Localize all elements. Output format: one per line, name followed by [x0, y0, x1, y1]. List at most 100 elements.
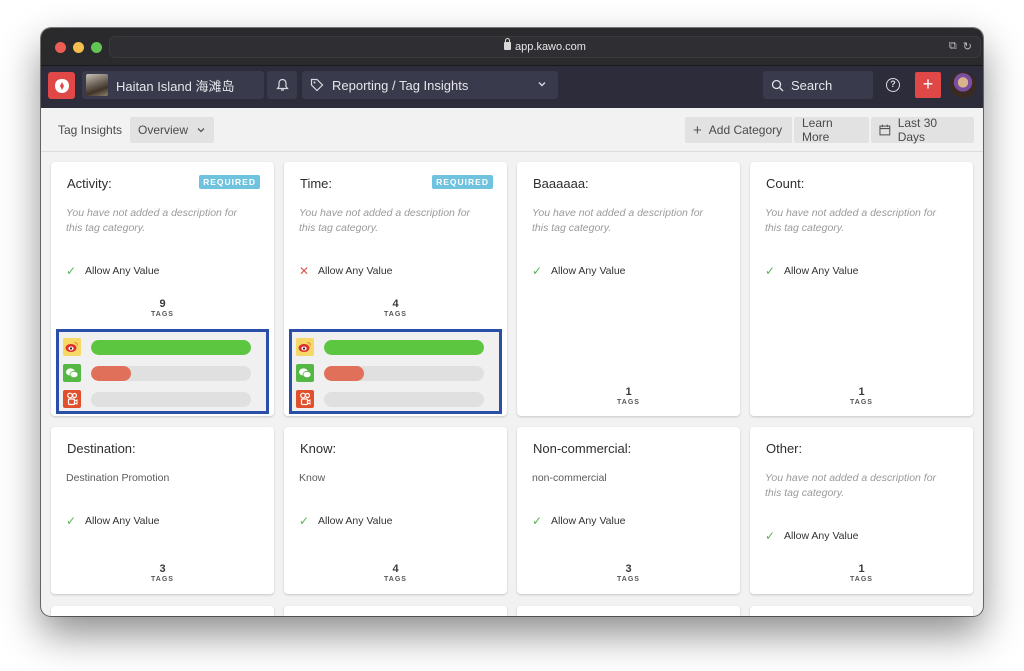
tag-count-value: 4 [392, 298, 399, 310]
tag-count: 3 TAGS [517, 563, 740, 583]
tag-category-card[interactable]: Non-commercial: non-commercial ✓ Allow Any … [517, 427, 740, 594]
kuaishou-icon [296, 390, 314, 408]
url-text: app.kawo.com [515, 41, 586, 53]
page-toolbar: Tag Insights Overview + Add Category Lea… [41, 108, 983, 152]
window-controls [55, 42, 102, 53]
notifications-button[interactable] [267, 71, 297, 99]
tag-category-card[interactable]: Baaaaaa: You have not added a description… [517, 162, 740, 416]
minimize-window-button[interactable] [73, 42, 84, 53]
tag-category-card-partial[interactable] [517, 606, 740, 616]
section-selector[interactable]: Reporting / Tag Insights [302, 71, 558, 99]
weibo-icon [296, 338, 314, 356]
tag-category-card[interactable]: Count: You have not added a description f… [750, 162, 973, 416]
create-button[interactable]: + [915, 72, 941, 98]
tag-category-card[interactable]: Other: You have not added a description f… [750, 427, 973, 594]
tag-category-card[interactable]: Time: REQUIRED You have not added a descri… [284, 162, 507, 416]
learn-more-label: Learn More [802, 116, 833, 144]
tag-category-card-partial[interactable] [750, 606, 973, 616]
chevron-down-icon [197, 128, 205, 133]
learn-more-button[interactable]: Learn More [794, 116, 869, 144]
tag-count: 3 TAGS [51, 563, 274, 583]
translate-icon[interactable]: ⧉ [949, 40, 957, 53]
view-select-value: Overview [138, 123, 189, 137]
usage-bar-track [91, 366, 251, 381]
page-title: Tag Insights [58, 123, 123, 137]
date-range-button[interactable]: Last 30 Days [871, 116, 974, 144]
allow-any-value: ✓ Allow Any Value [299, 514, 393, 528]
wechat-icon [296, 364, 314, 382]
date-range-label: Last 30 Days [897, 116, 938, 144]
check-icon: ✓ [66, 264, 77, 278]
usage-bar-track [324, 340, 484, 355]
tag-count-label: TAGS [384, 311, 407, 318]
view-select[interactable]: Overview [130, 117, 214, 143]
tag-category-card[interactable]: Destination: Destination Promotion ✓ Allow … [51, 427, 274, 594]
card-description: You have not added a description for thi… [66, 207, 238, 234]
required-badge: REQUIRED [432, 175, 493, 189]
channel-row-weibo [296, 337, 496, 359]
plus-icon: + [693, 121, 702, 139]
check-icon: ✓ [765, 264, 776, 278]
allow-any-value: ✕ Allow Any Value [299, 264, 393, 278]
tag-count-value: 1 [625, 386, 632, 398]
tag-count: 1 TAGS [750, 563, 973, 583]
tag-count-label: TAGS [617, 576, 640, 583]
allow-any-value-label: Allow Any Value [551, 265, 626, 277]
search-icon [771, 79, 784, 91]
allow-any-value: ✓ Allow Any Value [765, 264, 859, 278]
tag-category-card[interactable]: Know: Know ✓ Allow Any Value 4 TAGS [284, 427, 507, 594]
allow-any-value: ✓ Allow Any Value [765, 529, 859, 543]
card-description: You have not added a description for thi… [299, 207, 471, 234]
usage-bar-fill [91, 366, 131, 381]
tag-count-label: TAGS [151, 311, 174, 318]
channel-row-wechat [296, 363, 496, 385]
address-bar[interactable]: app.kawo.com ⧉ ↻ [109, 36, 981, 58]
tag-category-card-partial[interactable] [51, 606, 274, 616]
allow-any-value-label: Allow Any Value [318, 265, 393, 277]
tag-category-card-partial[interactable] [284, 606, 507, 616]
kawo-logo[interactable] [48, 72, 75, 99]
kawo-logo-icon [54, 78, 69, 93]
channel-row-kuaishou [63, 389, 263, 411]
allow-any-value: ✓ Allow Any Value [66, 264, 160, 278]
tag-category-card[interactable]: Activity: REQUIRED You have not added a de… [51, 162, 274, 416]
card-description: Know [299, 472, 326, 484]
usage-bar-fill [324, 366, 364, 381]
wechat-icon [63, 364, 81, 382]
tag-count-value: 9 [159, 298, 166, 310]
user-avatar[interactable] [950, 72, 976, 98]
tag-count: 1 TAGS [517, 386, 740, 406]
allow-any-value-label: Allow Any Value [784, 265, 859, 277]
search-button[interactable]: Search [763, 71, 873, 99]
add-category-button[interactable]: + Add Category [685, 117, 792, 143]
allow-any-value-label: Allow Any Value [784, 530, 859, 542]
card-description: You have not added a description for thi… [532, 207, 704, 234]
zoom-window-button[interactable] [91, 42, 102, 53]
reload-icon[interactable]: ↻ [963, 40, 972, 53]
search-label: Search [791, 77, 833, 93]
app-navbar: Haitan Island 海滩岛 Reporting / Tag Insigh… [41, 66, 983, 108]
allow-any-value: ✓ Allow Any Value [532, 514, 626, 528]
allow-any-value-label: Allow Any Value [551, 515, 626, 527]
tag-count: 9 TAGS [51, 298, 274, 318]
account-switcher[interactable]: Haitan Island 海滩岛 [82, 71, 264, 99]
card-title: Activity: [67, 176, 112, 191]
check-icon: ✓ [532, 264, 543, 278]
tag-count-value: 1 [858, 386, 865, 398]
allow-any-value-label: Allow Any Value [85, 265, 160, 277]
tag-count-label: TAGS [384, 576, 407, 583]
browser-titlebar: app.kawo.com ⧉ ↻ [41, 28, 983, 66]
tag-count: 4 TAGS [284, 298, 507, 318]
card-title: Other: [766, 441, 803, 456]
allow-any-value-label: Allow Any Value [318, 515, 393, 527]
card-title: Baaaaaa: [533, 176, 589, 191]
breadcrumb: Reporting / Tag Insights [332, 77, 469, 93]
close-window-button[interactable] [55, 42, 66, 53]
card-description: You have not added a description for thi… [765, 472, 937, 499]
help-icon[interactable]: ? [886, 78, 900, 92]
lock-icon [504, 38, 512, 50]
tag-count-value: 1 [858, 563, 865, 575]
tag-count-label: TAGS [151, 576, 174, 583]
usage-bar-fill [91, 340, 251, 355]
bell-icon [275, 78, 289, 91]
